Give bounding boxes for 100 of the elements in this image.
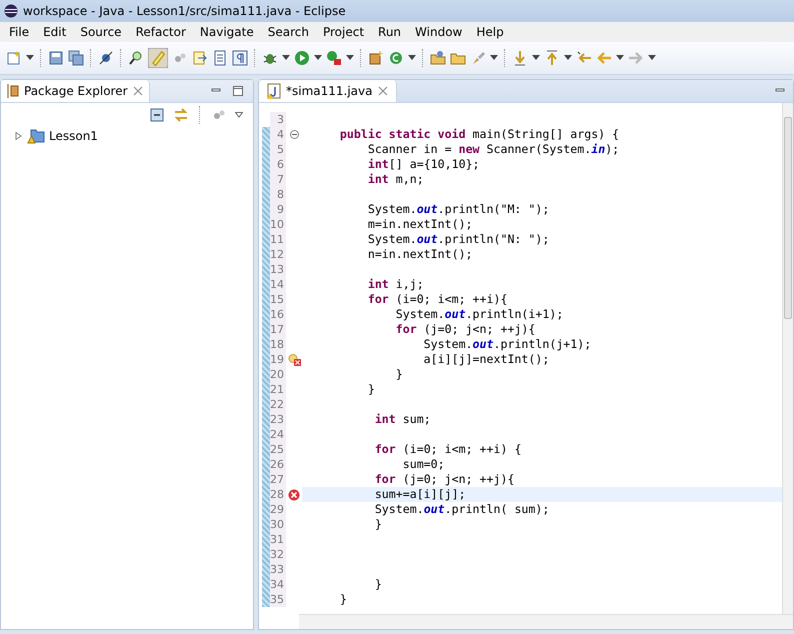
line-number: 28 [270, 487, 286, 502]
line-number: 34 [270, 577, 286, 592]
view-tab[interactable]: Package Explorer [1, 80, 150, 102]
paragraph-icon[interactable] [232, 50, 248, 66]
line-number: 7 [270, 172, 286, 187]
line-number: 4 [270, 127, 286, 142]
code-line: System.out.println("M: "); [366, 202, 550, 217]
run-tools-icon[interactable] [326, 50, 342, 66]
menu-item[interactable]: Source [73, 25, 129, 39]
dropdown-caret-icon[interactable] [346, 55, 354, 61]
dropdown-caret-icon[interactable] [26, 55, 34, 61]
line-number: 33 [270, 562, 286, 577]
maximize-icon[interactable] [233, 86, 243, 96]
collapse-all-icon[interactable] [149, 107, 165, 123]
line-number: 29 [270, 502, 286, 517]
skip-breakpoints-icon[interactable] [98, 50, 114, 66]
code-line: for (i=0; i<m; ++i){ [366, 292, 508, 307]
code-line: } [366, 382, 376, 397]
menu-item[interactable]: Navigate [192, 25, 261, 39]
new-package-icon[interactable] [368, 50, 384, 66]
save-all-icon[interactable] [68, 50, 84, 66]
menu-item[interactable]: Project [316, 25, 372, 39]
dropdown-caret-icon[interactable] [564, 55, 572, 61]
line-number: 25 [270, 442, 286, 457]
line-number: 8 [270, 187, 286, 202]
package-icon [7, 84, 19, 98]
new-file-icon[interactable] [6, 50, 22, 66]
code-line: for (j=0; j<n; ++j){ [374, 472, 516, 487]
code-line: m=in.nextInt(); [366, 217, 474, 232]
code-line: public static void main(String[] args) { [338, 127, 620, 142]
tree-item[interactable]: Lesson1 [49, 129, 98, 143]
dropdown-caret-icon[interactable] [490, 55, 498, 61]
line-number: 26 [270, 457, 286, 472]
dropdown-caret-icon[interactable] [282, 55, 290, 61]
menu-item[interactable]: Help [469, 25, 511, 39]
menu-item[interactable]: Search [260, 25, 316, 39]
dropdown-caret-icon[interactable] [408, 55, 416, 61]
dropdown-caret-icon[interactable] [532, 55, 540, 61]
line-number: 20 [270, 367, 286, 382]
line-number: 3 [270, 112, 286, 127]
line-number: 32 [270, 547, 286, 562]
line-number: 12 [270, 247, 286, 262]
dropdown-caret-icon[interactable] [648, 55, 656, 61]
save-icon[interactable] [48, 50, 64, 66]
line-number: 27 [270, 472, 286, 487]
line-number: 24 [270, 427, 286, 442]
code-line: int m,n; [366, 172, 425, 187]
menu-item[interactable]: Edit [36, 25, 74, 39]
code-line: } [338, 592, 348, 607]
dropdown-caret-icon[interactable] [314, 55, 322, 61]
menu-item[interactable]: Run [371, 25, 408, 39]
line-number: 18 [270, 337, 286, 352]
line-number: 14 [270, 277, 286, 292]
java-file-icon [267, 83, 281, 99]
code-line: int i,j; [366, 277, 425, 292]
expand-arrow-icon[interactable] [15, 132, 23, 140]
code-line: for (j=0; j<n; ++j){ [394, 322, 536, 337]
line-number: 11 [270, 232, 286, 247]
line-number: 15 [270, 292, 286, 307]
line-number: 9 [270, 202, 286, 217]
close-icon[interactable] [132, 86, 143, 96]
code-line: } [374, 517, 383, 532]
code-line: n=in.nextInt(); [366, 247, 474, 262]
next-down-icon[interactable] [512, 50, 528, 66]
line-number: 5 [270, 142, 286, 157]
line-number: 6 [270, 157, 286, 172]
code-line: Scanner in = new Scanner(System.in); [366, 142, 620, 157]
code-line: System.out.println("N: "); [366, 232, 550, 247]
code-line: sum=0; [402, 457, 446, 472]
close-icon[interactable] [378, 86, 388, 96]
search-icon[interactable] [128, 50, 144, 66]
view-menu-icon[interactable] [235, 112, 243, 118]
menu-item[interactable]: Refactor [128, 25, 193, 39]
line-number: 23 [270, 412, 286, 427]
line-number: 16 [270, 307, 286, 322]
line-number: 22 [270, 397, 286, 412]
code-line: System.out.println( sum); [374, 502, 550, 517]
previous-up-icon[interactable] [544, 50, 560, 66]
vertical-scrollbar[interactable] [782, 103, 793, 614]
editor-tab[interactable]: *sima111.java [259, 80, 396, 102]
line-number: 10 [270, 217, 286, 232]
view-title: Package Explorer [24, 84, 128, 98]
document-icon[interactable] [212, 50, 228, 66]
code-line: a[i][j]=nextInt(); [422, 352, 550, 367]
line-number: 19 [270, 352, 286, 367]
code-line: int[] a={10,10}; [366, 157, 481, 172]
open-type-icon[interactable] [430, 50, 446, 66]
code-line: System.out.println(i+1); [394, 307, 564, 322]
code-line: int sum; [374, 412, 432, 427]
horizontal-scrollbar[interactable] [299, 614, 793, 629]
dropdown-caret-icon[interactable] [616, 55, 624, 61]
next-annotation-icon[interactable] [192, 50, 208, 66]
line-number: 35 [270, 592, 286, 607]
collapse-icon[interactable] [290, 130, 298, 139]
tab-title: *sima111.java [286, 84, 372, 98]
menu-item[interactable]: Window [408, 25, 470, 39]
code-line: for (i=0; i<m; ++i) { [374, 442, 522, 457]
code-line: System.out.println(j+1); [422, 337, 592, 352]
menu-item[interactable]: File [2, 25, 36, 39]
line-number: 30 [270, 517, 286, 532]
